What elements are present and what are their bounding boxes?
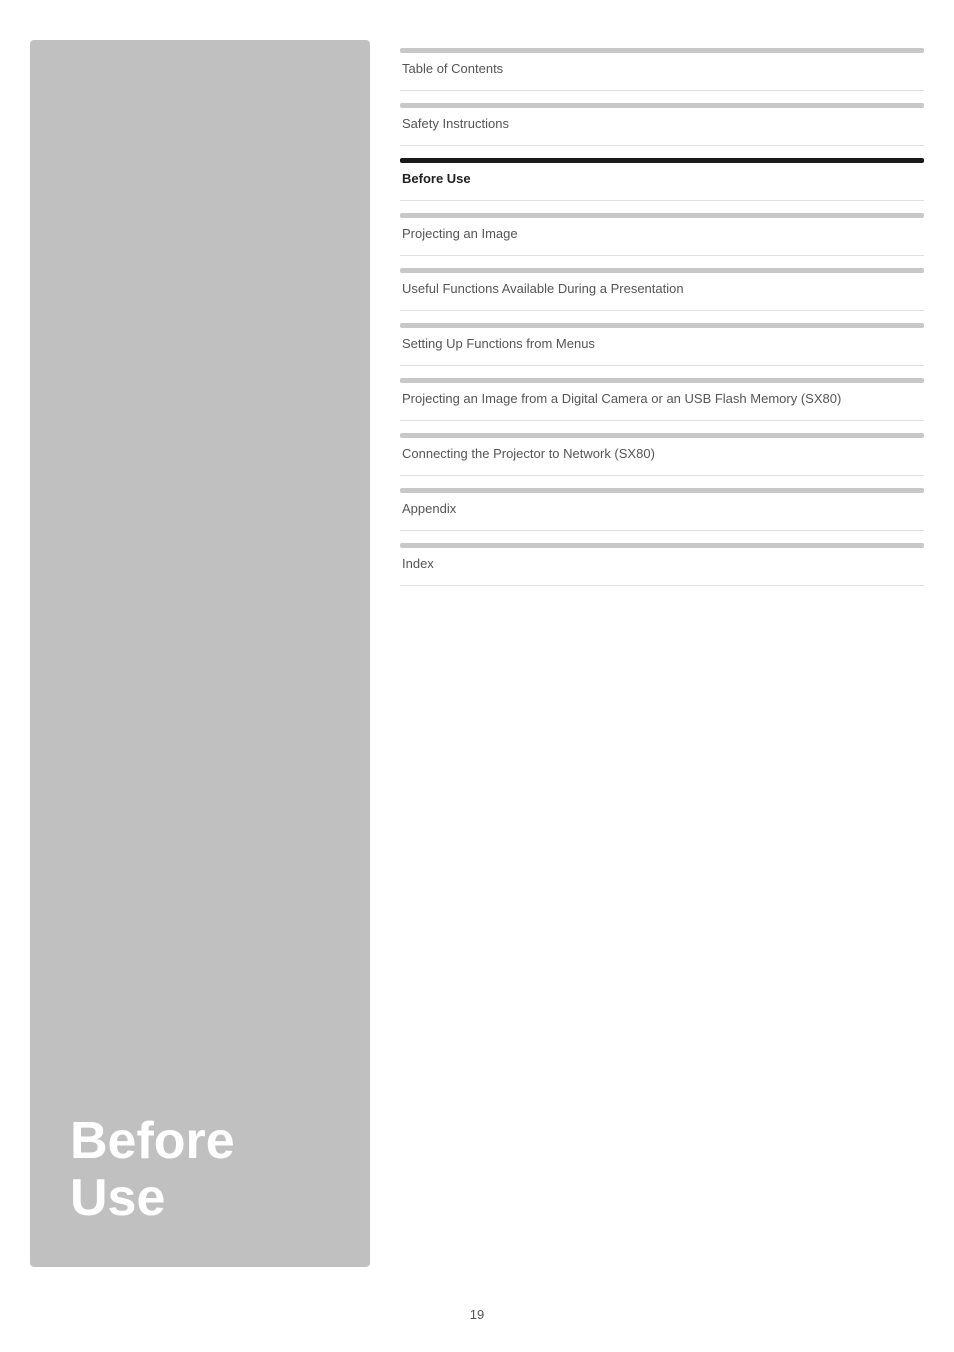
- nav-item-index[interactable]: Index: [400, 531, 924, 586]
- nav-label-appendix: Appendix: [400, 501, 924, 516]
- nav-bar-useful-functions: [400, 268, 924, 273]
- nav-bar-projecting-an-image: [400, 213, 924, 218]
- main-content: Before Use Table of Contents Safety Instr…: [0, 0, 954, 1287]
- page-footer: 19: [0, 1287, 954, 1352]
- nav-item-projecting-an-image[interactable]: Projecting an Image: [400, 201, 924, 256]
- nav-item-safety-instructions[interactable]: Safety Instructions: [400, 91, 924, 146]
- nav-bar-table-of-contents: [400, 48, 924, 53]
- nav-label-connecting-network: Connecting the Projector to Network (SX8…: [400, 446, 924, 461]
- nav-label-projecting-digital: Projecting an Image from a Digital Camer…: [400, 391, 924, 406]
- nav-bar-before-use: [400, 158, 924, 163]
- page-number: 19: [470, 1307, 484, 1322]
- nav-item-useful-functions[interactable]: Useful Functions Available During a Pres…: [400, 256, 924, 311]
- nav-item-appendix[interactable]: Appendix: [400, 476, 924, 531]
- nav-label-useful-functions: Useful Functions Available During a Pres…: [400, 281, 924, 296]
- nav-item-setting-up-functions[interactable]: Setting Up Functions from Menus: [400, 311, 924, 366]
- nav-bar-projecting-digital: [400, 378, 924, 383]
- right-panel: Table of Contents Safety Instructions Befo…: [400, 40, 924, 1267]
- nav-item-before-use[interactable]: Before Use: [400, 146, 924, 201]
- nav-item-connecting-network[interactable]: Connecting the Projector to Network (SX8…: [400, 421, 924, 476]
- nav-bar-setting-up-functions: [400, 323, 924, 328]
- nav-bar-index: [400, 543, 924, 548]
- nav-bar-connecting-network: [400, 433, 924, 438]
- nav-item-projecting-digital[interactable]: Projecting an Image from a Digital Camer…: [400, 366, 924, 421]
- nav-label-projecting-an-image: Projecting an Image: [400, 226, 924, 241]
- nav-label-table-of-contents: Table of Contents: [400, 61, 924, 76]
- left-panel: Before Use: [30, 40, 370, 1267]
- nav-label-index: Index: [400, 556, 924, 571]
- section-title: Before Use: [70, 1113, 330, 1227]
- nav-label-safety-instructions: Safety Instructions: [400, 116, 924, 131]
- nav-label-before-use: Before Use: [400, 171, 924, 186]
- nav-bar-appendix: [400, 488, 924, 493]
- nav-item-table-of-contents[interactable]: Table of Contents: [400, 40, 924, 91]
- nav-bar-safety-instructions: [400, 103, 924, 108]
- page-container: Before Use Table of Contents Safety Instr…: [0, 0, 954, 1352]
- nav-label-setting-up-functions: Setting Up Functions from Menus: [400, 336, 924, 351]
